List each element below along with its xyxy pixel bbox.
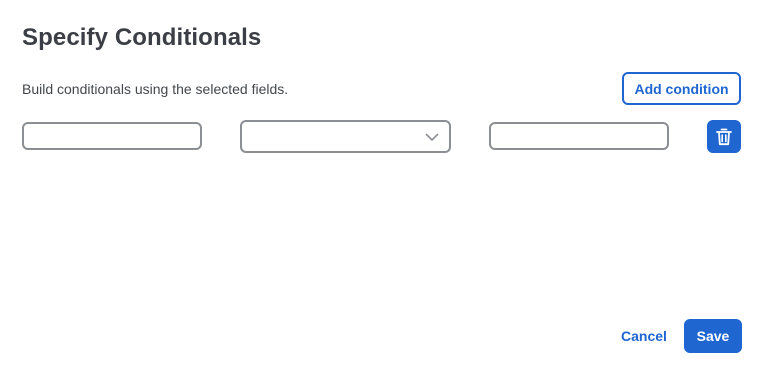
- condition-field-input[interactable]: [22, 122, 202, 150]
- add-condition-button[interactable]: Add condition: [622, 72, 741, 105]
- condition-value-input[interactable]: [489, 122, 669, 150]
- condition-operator-select[interactable]: [240, 120, 451, 153]
- trash-icon: [716, 128, 732, 145]
- delete-condition-button[interactable]: [707, 120, 741, 153]
- dialog-title: Specify Conditionals: [22, 24, 262, 51]
- chevron-down-icon: [425, 133, 439, 142]
- cancel-button[interactable]: Cancel: [612, 319, 676, 353]
- dialog-description: Build conditionals using the selected fi…: [22, 81, 289, 97]
- save-button[interactable]: Save: [684, 319, 742, 353]
